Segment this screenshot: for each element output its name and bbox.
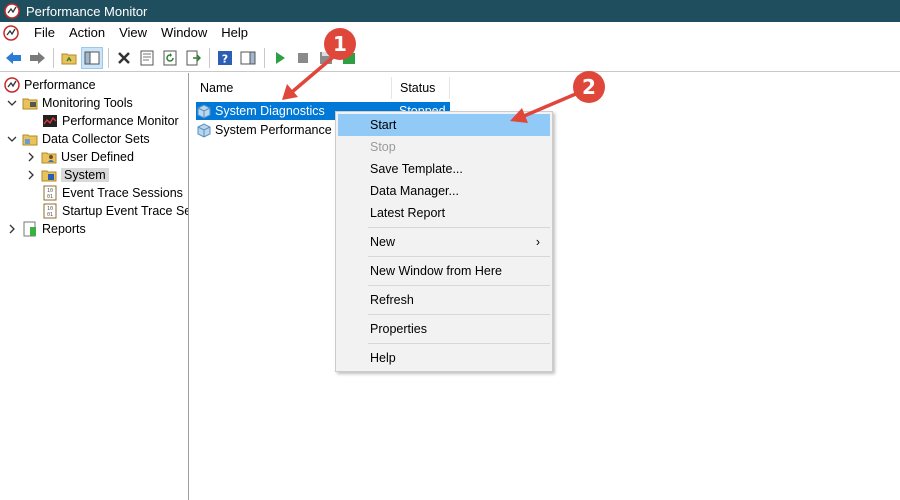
svg-text:01: 01 (47, 212, 53, 218)
data-collector-sets-icon (22, 134, 38, 146)
tree-item-monitoring-tools[interactable]: Monitoring Tools (6, 94, 133, 112)
menu-item-start[interactable]: Start (338, 114, 550, 136)
menu-separator (368, 343, 550, 344)
tree-item-label: Performance Monitor (62, 114, 179, 128)
tree-item-label: Event Trace Sessions (62, 186, 183, 200)
window-title: Performance Monitor (26, 3, 148, 19)
system-folder-icon (41, 170, 57, 182)
tree-item-reports[interactable]: Reports (6, 220, 86, 238)
tree-item-startup-event-trace-sessions[interactable]: 10 01 Startup Event Trace Sessions (42, 202, 188, 220)
properties-icon[interactable] (136, 47, 158, 69)
tree-item-label: User Defined (61, 150, 134, 164)
chevron-down-icon[interactable] (6, 133, 18, 145)
binary-log-icon: 10 01 (43, 185, 57, 201)
context-menu: Start Stop Save Template... Data Manager… (335, 111, 553, 372)
menu-item-stop: Stop (370, 140, 396, 154)
menu-window[interactable]: Window (154, 22, 214, 44)
delete-icon[interactable] (113, 47, 135, 69)
svg-text:01: 01 (47, 194, 53, 200)
tree-item-system[interactable]: System (25, 166, 109, 184)
menu-separator (368, 256, 550, 257)
navigation-tree: Performance Monitoring Tools Performance… (0, 73, 189, 500)
binary-log-icon: 10 01 (43, 203, 57, 219)
menu-item-data-manager[interactable]: Data Manager... (338, 180, 550, 202)
menu-help[interactable]: Help (214, 22, 255, 44)
chevron-down-icon[interactable] (6, 97, 18, 109)
menu-item-new-label: New (370, 235, 396, 249)
performance-monitor-icon (4, 3, 20, 19)
annotation-badge-2: 2 (573, 71, 605, 103)
folder-tools-icon (22, 98, 38, 110)
performance-chart-icon (43, 115, 57, 127)
tree-item-performance-monitor[interactable]: Performance Monitor (42, 112, 179, 130)
menu-item-help[interactable]: Help (338, 347, 550, 369)
tree-item-data-collector-sets[interactable]: Data Collector Sets (6, 130, 150, 148)
performance-monitor-icon (4, 77, 20, 93)
menu-item-new-window-from-here[interactable]: New Window from Here (338, 260, 550, 282)
system-menu-icon[interactable] (3, 25, 19, 41)
chevron-right-icon[interactable] (25, 151, 37, 163)
toolbar-separator (209, 47, 210, 68)
menu-separator (368, 285, 550, 286)
menu-separator (368, 314, 550, 315)
menu-item-new[interactable]: New › (338, 231, 550, 253)
toolbar-separator (264, 47, 265, 68)
toolbar-separator (108, 47, 109, 68)
reports-icon (23, 221, 36, 237)
submenu-arrow-icon: › (535, 235, 540, 249)
svg-text:?: ? (222, 52, 228, 65)
show-hide-tree-icon[interactable] (81, 46, 103, 69)
menu-item-refresh[interactable]: Refresh (338, 289, 550, 311)
up-folder-icon[interactable] (58, 47, 80, 69)
list-row-name: System Performance (215, 123, 332, 137)
data-collector-set-icon (197, 123, 211, 138)
user-defined-icon (41, 152, 57, 164)
menu-item-save-template[interactable]: Save Template... (338, 158, 550, 180)
export-list-icon[interactable] (182, 47, 204, 69)
chevron-right-icon[interactable] (6, 223, 18, 235)
tree-item-label: Reports (42, 222, 86, 236)
menu-file[interactable]: File (27, 22, 62, 44)
tree-item-label: System (61, 168, 109, 182)
forward-icon[interactable] (26, 47, 48, 69)
menu-separator (368, 227, 550, 228)
chevron-right-icon[interactable] (25, 169, 37, 181)
menu-bar: File Action View Window Help (0, 22, 900, 44)
tree-item-label: Data Collector Sets (42, 132, 150, 146)
refresh-icon[interactable] (159, 47, 181, 69)
back-icon[interactable] (3, 47, 25, 69)
menu-item-latest-report[interactable]: Latest Report (338, 202, 550, 224)
list-row-system-performance[interactable]: System Performance (196, 121, 332, 139)
show-action-pane-icon[interactable] (237, 47, 259, 69)
list-row-name: System Diagnostics (215, 104, 325, 118)
help-icon[interactable]: ? (214, 47, 236, 69)
tree-item-label: Monitoring Tools (42, 96, 133, 110)
tree-item-event-trace-sessions[interactable]: 10 01 Event Trace Sessions (42, 184, 183, 202)
column-header-name[interactable]: Name (192, 77, 392, 99)
data-collector-set-icon (197, 104, 211, 119)
tree-item-label: Performance (24, 78, 96, 92)
tree-item-user-defined[interactable]: User Defined (25, 148, 134, 166)
column-header-status[interactable]: Status (392, 77, 450, 99)
start-icon[interactable] (269, 47, 291, 69)
stop-icon[interactable] (292, 47, 314, 69)
menu-item-properties[interactable]: Properties (338, 318, 550, 340)
menu-action[interactable]: Action (62, 22, 112, 44)
tree-item-performance[interactable]: Performance (4, 76, 96, 94)
annotation-badge-1: 1 (324, 28, 356, 60)
toolbar-separator (53, 47, 54, 68)
menu-view[interactable]: View (112, 22, 154, 44)
title-bar: Performance Monitor (0, 0, 900, 22)
toolbar: ? (0, 44, 900, 72)
tree-item-label: Startup Event Trace Sessions (62, 204, 188, 218)
